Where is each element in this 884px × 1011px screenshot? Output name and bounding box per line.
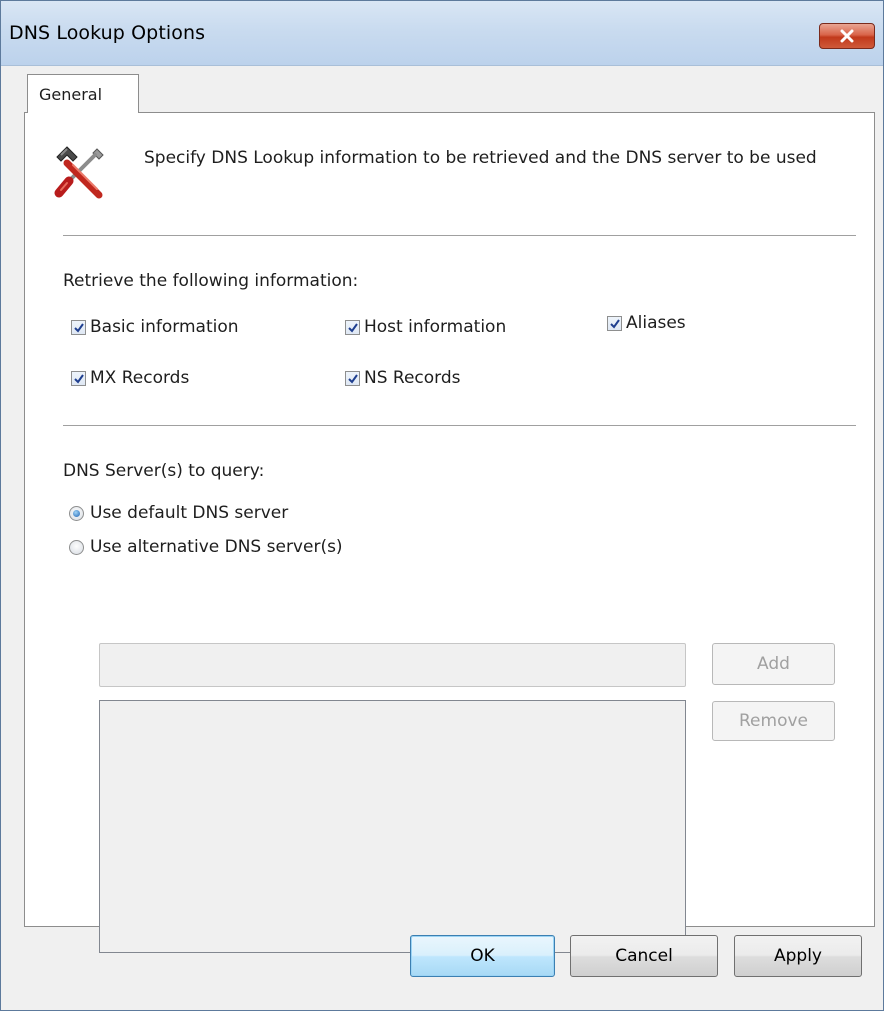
separator-middle: [63, 425, 856, 427]
aliases-label: Aliases: [626, 313, 686, 333]
radio-selected-indicator: [69, 505, 84, 521]
close-icon: [840, 29, 854, 43]
checkmark-icon: [348, 373, 358, 384]
dialog-client-area: General Specify DNS Lookup information t…: [7, 67, 877, 1007]
general-tab-panel: Specify DNS Lookup information to be ret…: [24, 112, 875, 953]
use-default-dns-radio[interactable]: Use default DNS server: [69, 501, 288, 525]
checkmark-icon: [610, 318, 620, 329]
tab-general[interactable]: General: [27, 74, 139, 113]
window-title: DNS Lookup Options: [9, 22, 206, 44]
mx-records-label: MX Records: [90, 368, 190, 388]
dns-server-section-label: DNS Server(s) to query:: [63, 461, 265, 481]
use-alternative-dns-label: Use alternative DNS server(s): [90, 537, 343, 557]
title-bar[interactable]: DNS Lookup Options: [1, 1, 883, 66]
checkmark-icon: [74, 373, 84, 384]
apply-button[interactable]: Apply: [734, 935, 862, 977]
remove-button[interactable]: Remove: [712, 701, 835, 741]
checkbox-box: [71, 319, 86, 335]
close-button[interactable]: [819, 23, 875, 49]
checkmark-icon: [74, 322, 84, 333]
ok-button[interactable]: OK: [410, 935, 555, 977]
alternative-server-list[interactable]: [99, 700, 686, 953]
mx-records-checkbox[interactable]: MX Records: [71, 366, 189, 390]
ns-records-label: NS Records: [364, 368, 461, 388]
tab-general-label: General: [39, 85, 103, 104]
separator-top: [63, 235, 856, 237]
dialog-description: Specify DNS Lookup information to be ret…: [144, 148, 817, 168]
add-button[interactable]: Add: [712, 643, 835, 685]
checkmark-icon: [348, 322, 358, 333]
dns-lookup-options-dialog: DNS Lookup Options General Specify DNS L…: [0, 0, 884, 1011]
basic-information-label: Basic information: [90, 317, 239, 337]
aliases-checkbox[interactable]: Aliases: [607, 311, 686, 335]
cancel-button[interactable]: Cancel: [570, 935, 718, 977]
checkbox-box: [345, 370, 360, 386]
checkbox-box: [71, 370, 86, 386]
use-alternative-dns-radio[interactable]: Use alternative DNS server(s): [69, 535, 343, 559]
retrieve-section-label: Retrieve the following information:: [63, 271, 359, 291]
ns-records-checkbox[interactable]: NS Records: [345, 366, 461, 390]
basic-information-checkbox[interactable]: Basic information: [71, 315, 239, 339]
checkbox-box: [345, 319, 360, 335]
host-information-checkbox[interactable]: Host information: [345, 315, 506, 339]
tools-icon: [54, 146, 104, 199]
checkbox-box: [607, 315, 622, 331]
radio-indicator: [69, 539, 84, 555]
use-default-dns-label: Use default DNS server: [90, 503, 289, 523]
host-information-label: Host information: [364, 317, 507, 337]
alternative-server-input[interactable]: [99, 643, 686, 687]
